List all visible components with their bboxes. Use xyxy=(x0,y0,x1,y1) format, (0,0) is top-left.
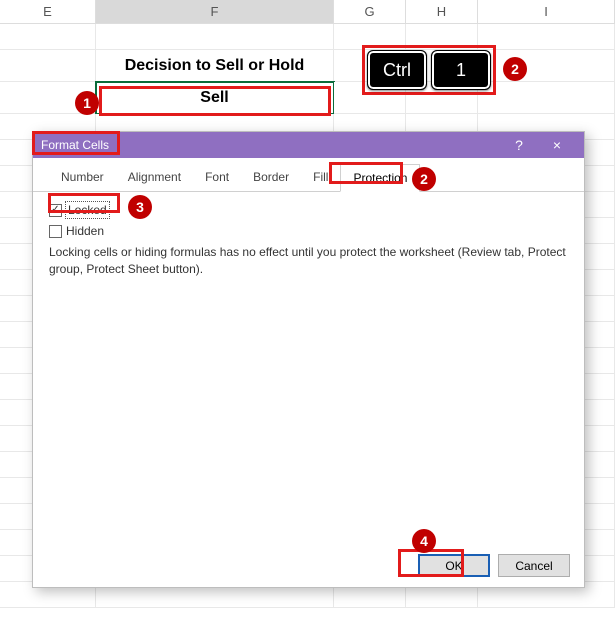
col-header-G[interactable]: G xyxy=(334,0,406,24)
cell[interactable] xyxy=(0,50,96,82)
column-header-row: E F G H I xyxy=(0,0,615,24)
callout-badge-2-tab: 2 xyxy=(412,167,436,191)
col-header-E[interactable]: E xyxy=(0,0,96,24)
tab-font[interactable]: Font xyxy=(193,164,241,191)
help-button[interactable]: ? xyxy=(500,132,538,158)
callout-badge-3: 3 xyxy=(128,195,152,219)
keyboard-shortcut-group: Ctrl 1 xyxy=(362,45,496,95)
format-cells-dialog: Format Cells ? × Number Alignment Font B… xyxy=(32,131,585,588)
locked-checkbox-row[interactable]: ✓ Locked xyxy=(49,202,568,218)
col-header-I[interactable]: I xyxy=(478,0,615,24)
callout-badge-1: 1 xyxy=(75,91,99,115)
hidden-checkbox-row[interactable]: Hidden xyxy=(49,224,568,238)
dialog-footer: OK Cancel xyxy=(418,554,570,577)
hidden-label: Hidden xyxy=(66,224,104,238)
locked-label: Locked xyxy=(66,202,109,218)
callout-badge-2-shortcut: 2 xyxy=(503,57,527,81)
col-header-F[interactable]: F xyxy=(96,0,334,24)
ok-button[interactable]: OK xyxy=(418,554,490,577)
cancel-button[interactable]: Cancel xyxy=(498,554,570,577)
dialog-body: ✓ Locked Hidden Locking cells or hiding … xyxy=(33,192,584,288)
protection-note: Locking cells or hiding formulas has no … xyxy=(49,244,568,278)
cell-sell[interactable]: Sell xyxy=(96,82,334,114)
tab-protection[interactable]: Protection xyxy=(340,164,420,192)
dialog-tabs: Number Alignment Font Border Fill Protec… xyxy=(33,158,584,192)
close-button[interactable]: × xyxy=(538,132,576,158)
dialog-titlebar[interactable]: Format Cells ? × xyxy=(33,132,584,158)
tab-border[interactable]: Border xyxy=(241,164,301,191)
cell[interactable] xyxy=(478,82,615,114)
cell[interactable] xyxy=(478,50,615,82)
tab-fill[interactable]: Fill xyxy=(301,164,340,191)
cell-decision-heading[interactable]: Decision to Sell or Hold xyxy=(96,50,334,82)
col-header-H[interactable]: H xyxy=(406,0,478,24)
dialog-title: Format Cells xyxy=(41,138,500,152)
callout-badge-4: 4 xyxy=(412,529,436,553)
locked-checkbox[interactable]: ✓ xyxy=(49,204,62,217)
key-ctrl: Ctrl xyxy=(367,50,427,90)
hidden-checkbox[interactable] xyxy=(49,225,62,238)
cell[interactable] xyxy=(0,24,96,50)
cell[interactable] xyxy=(96,24,334,50)
tab-number[interactable]: Number xyxy=(49,164,116,191)
key-one: 1 xyxy=(431,50,491,90)
cell[interactable] xyxy=(478,24,615,50)
tab-alignment[interactable]: Alignment xyxy=(116,164,193,191)
